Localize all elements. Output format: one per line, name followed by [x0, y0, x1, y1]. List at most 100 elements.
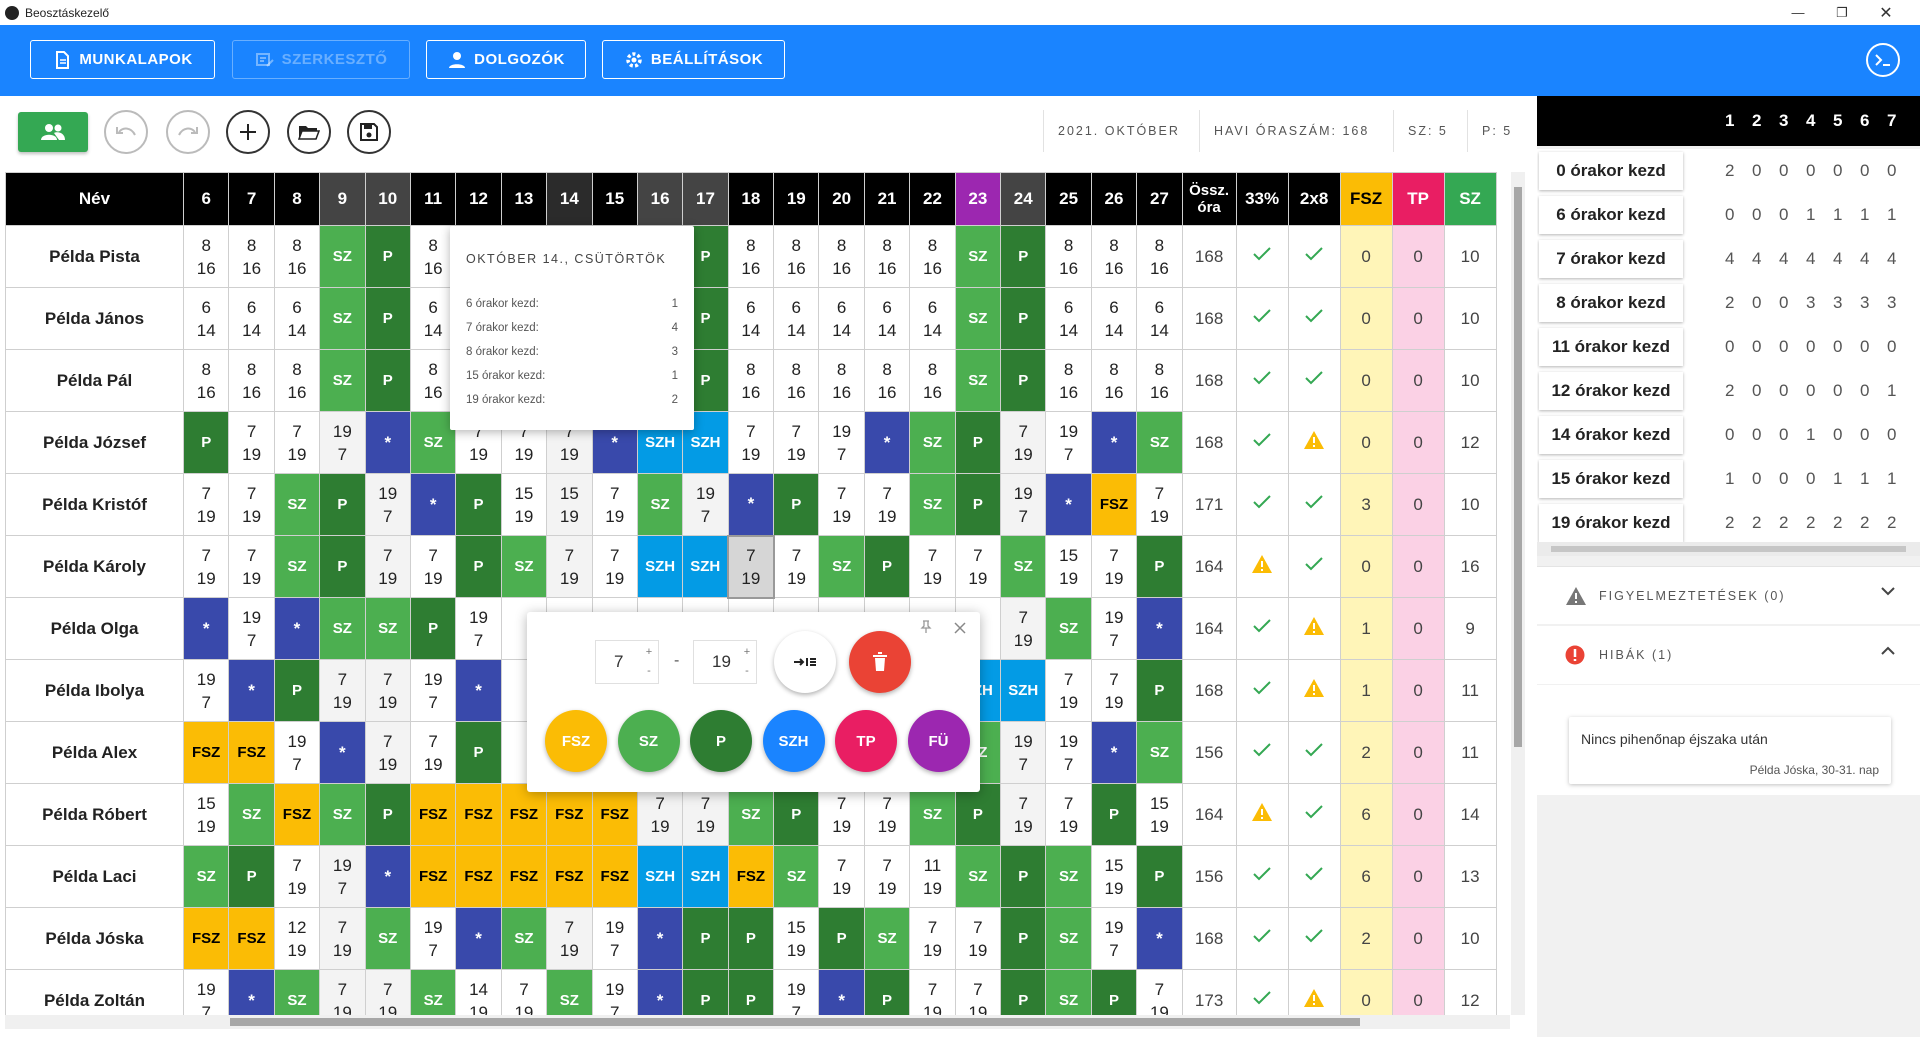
shift-code-cell[interactable]: P: [319, 535, 366, 598]
shift-hours-cell[interactable]: 7 19: [364, 969, 411, 1015]
shift-hours-cell[interactable]: 7 19: [273, 411, 321, 474]
shift-code-cell[interactable]: P: [409, 597, 457, 660]
shift-code-cell[interactable]: SZ: [364, 907, 411, 970]
worksheets-button[interactable]: MUNKALAPOK: [30, 40, 215, 79]
employee-name[interactable]: Példa Ibolya: [5, 659, 184, 722]
shift-code-cell[interactable]: SZH: [636, 535, 684, 598]
shift-code-cell[interactable]: P: [818, 907, 865, 970]
employee-name[interactable]: Példa Olga: [5, 597, 184, 660]
shift-code-cell[interactable]: SZ: [954, 349, 1002, 412]
shift-hours-cell[interactable]: 7 19: [591, 473, 638, 536]
day-header[interactable]: 21: [863, 172, 911, 226]
shift-code-cell[interactable]: P: [727, 969, 775, 1015]
shift-hours-cell[interactable]: 19 7: [682, 473, 729, 536]
day-header[interactable]: 23: [954, 172, 1002, 226]
shift-hours-cell[interactable]: 816: [773, 225, 820, 288]
shift-code-cell[interactable]: P: [682, 969, 729, 1015]
shift-hours-cell[interactable]: 15 19: [1045, 535, 1092, 598]
restore-button[interactable]: ❐: [1820, 0, 1864, 25]
grid-horizontal-scrollbar[interactable]: [5, 1015, 1510, 1029]
shift-hours-cell[interactable]: 816: [818, 225, 865, 288]
save-button[interactable]: [347, 110, 391, 154]
shift-hours-cell[interactable]: 7 19: [364, 659, 411, 722]
shift-hours-cell[interactable]: 7 19: [500, 969, 548, 1015]
warnings-section[interactable]: FIGYELMEZTETÉSEK (0): [1537, 566, 1920, 624]
shift-hours-cell[interactable]: 15 19: [500, 473, 548, 536]
shift-hours-cell[interactable]: 614: [273, 287, 321, 350]
shift-hours-cell[interactable]: 15 19: [182, 783, 230, 846]
shift-hours-cell[interactable]: 816: [1136, 225, 1183, 288]
shift-code-button-p[interactable]: P: [690, 710, 752, 772]
shift-hours-cell[interactable]: 19 7: [818, 411, 865, 474]
shift-hours-cell[interactable]: 816: [273, 349, 321, 412]
shift-code-cell[interactable]: P: [455, 721, 502, 784]
shift-code-cell[interactable]: P: [1000, 845, 1047, 908]
shift-code-cell[interactable]: *: [727, 473, 775, 536]
shift-code-cell[interactable]: P: [954, 473, 1002, 536]
shift-hours-cell[interactable]: 19 7: [319, 845, 366, 908]
employee-name[interactable]: Példa Jóska: [5, 907, 184, 970]
shift-code-cell[interactable]: P: [1136, 535, 1183, 598]
workers-toggle-button[interactable]: [18, 112, 88, 152]
shift-code-cell[interactable]: P: [182, 411, 230, 474]
shift-hours-cell[interactable]: 816: [863, 225, 911, 288]
shift-code-cell[interactable]: SZ: [909, 411, 956, 474]
close-icon[interactable]: [954, 622, 966, 634]
redo-button[interactable]: [166, 110, 210, 154]
shift-hours-cell[interactable]: 7 19: [319, 659, 366, 722]
shift-code-cell[interactable]: *: [364, 845, 411, 908]
shift-code-cell[interactable]: P: [773, 783, 820, 846]
shift-code-cell[interactable]: P: [682, 907, 729, 970]
shift-hours-cell[interactable]: 15 19: [1090, 845, 1138, 908]
shift-code-cell[interactable]: FSZ: [228, 721, 275, 784]
employee-name[interactable]: Példa Pál: [5, 349, 184, 412]
shift-hours-cell[interactable]: 816: [863, 349, 911, 412]
shift-hours-cell[interactable]: 816: [182, 225, 230, 288]
shift-hours-cell[interactable]: 614: [773, 287, 820, 350]
pin-icon[interactable]: [920, 620, 932, 634]
shift-code-cell[interactable]: SZ: [319, 783, 366, 846]
shift-code-cell[interactable]: SZ: [273, 535, 321, 598]
shift-hours-cell[interactable]: 19 7: [773, 969, 820, 1015]
shift-code-cell[interactable]: *: [636, 907, 684, 970]
editor-button[interactable]: SZERKESZTŐ: [232, 40, 410, 79]
shift-code-cell[interactable]: SZH: [1000, 659, 1047, 722]
shift-code-button-fsz[interactable]: FSZ: [545, 710, 607, 772]
shift-code-cell[interactable]: P: [1136, 845, 1183, 908]
shift-hours-cell[interactable]: 614: [1136, 287, 1183, 350]
statistics-horizontal-scrollbar[interactable]: [1537, 542, 1920, 556]
shift-hours-cell[interactable]: 7 19: [682, 783, 729, 846]
shift-hours-cell[interactable]: 816: [909, 225, 956, 288]
shift-code-cell[interactable]: SZ: [954, 845, 1002, 908]
shift-hours-cell[interactable]: 816: [727, 225, 775, 288]
shift-code-cell[interactable]: SZ: [1045, 907, 1092, 970]
shift-hours-cell[interactable]: 19 7: [455, 597, 502, 660]
shift-code-cell[interactable]: *: [818, 969, 865, 1015]
shift-hours-cell[interactable]: 7 19: [1090, 659, 1138, 722]
shift-code-cell[interactable]: *: [228, 659, 275, 722]
shift-code-cell[interactable]: P: [364, 349, 411, 412]
shift-code-cell[interactable]: SZ: [364, 597, 411, 660]
end-hour-field[interactable]: 19 + -: [693, 640, 757, 684]
shift-hours-cell[interactable]: 7 19: [228, 473, 275, 536]
shift-code-cell[interactable]: SZ: [228, 783, 275, 846]
shift-code-cell[interactable]: P: [1000, 287, 1047, 350]
minimize-button[interactable]: —: [1776, 0, 1820, 25]
shift-hours-cell[interactable]: 7 19: [863, 845, 911, 908]
shift-hours-cell[interactable]: 7 19: [182, 535, 230, 598]
day-header[interactable]: 8: [273, 172, 321, 226]
shift-hours-cell[interactable]: 19 7: [591, 907, 638, 970]
shift-hours-cell[interactable]: 19 7: [1090, 907, 1138, 970]
shift-code-cell[interactable]: SZ: [500, 535, 548, 598]
day-header[interactable]: 10: [364, 172, 411, 226]
shift-hours-cell[interactable]: 7 19: [1000, 411, 1047, 474]
shift-hours-cell[interactable]: 816: [228, 349, 275, 412]
shift-hours-cell[interactable]: 7 19: [909, 535, 956, 598]
shift-code-cell[interactable]: *: [364, 411, 411, 474]
shift-hours-cell[interactable]: 7 19: [954, 535, 1002, 598]
shift-code-cell[interactable]: FSZ: [1090, 473, 1138, 536]
shift-code-cell[interactable]: *: [863, 411, 911, 474]
shift-code-cell[interactable]: P: [228, 845, 275, 908]
shift-code-cell[interactable]: SZ: [273, 969, 321, 1015]
shift-code-cell[interactable]: *: [1045, 473, 1092, 536]
